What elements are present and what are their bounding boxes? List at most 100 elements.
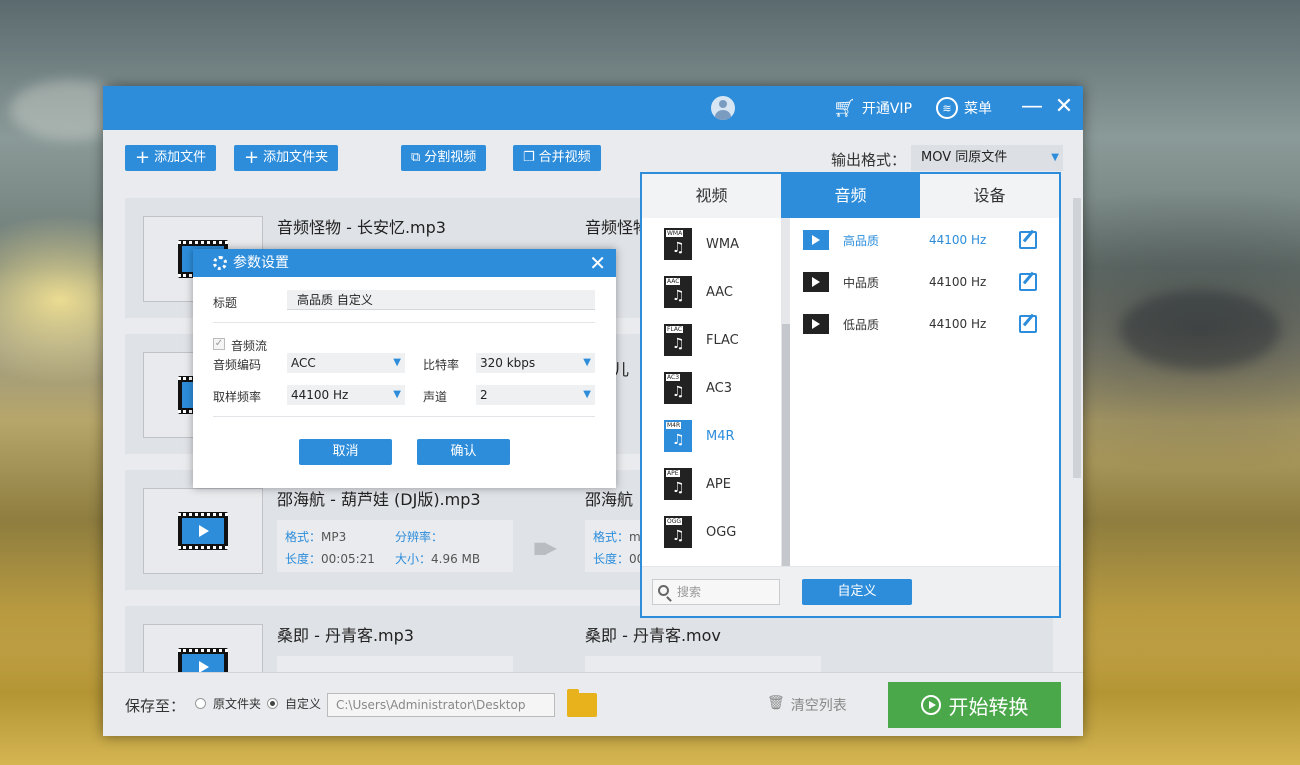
menu-button[interactable]: ≋ 菜单 — [936, 86, 992, 130]
edit-icon[interactable] — [1019, 231, 1037, 249]
custom-folder-radio[interactable] — [267, 698, 278, 709]
quality-item-high[interactable]: 高品质 44100 Hz — [803, 225, 1047, 255]
quality-label: 高品质 — [843, 233, 880, 248]
film-icon — [803, 230, 829, 250]
tab-device[interactable]: 设备 — [920, 174, 1059, 218]
custom-format-button[interactable]: 自定义 — [802, 579, 912, 605]
film-icon — [803, 314, 829, 334]
close-button[interactable]: ✕ — [1053, 95, 1075, 119]
format-item-ac3[interactable]: AC3 ♫ AC3 — [664, 370, 774, 406]
merge-video-button[interactable]: ❐ 合并视频 — [513, 145, 601, 171]
user-area[interactable] — [711, 86, 741, 130]
bitrate-select[interactable]: 320 kbps ▼ — [476, 353, 595, 373]
format-value: MP3 — [321, 530, 347, 544]
codec-label: 音频编码 — [213, 358, 262, 372]
output-format-label: 输出格式： — [831, 151, 907, 169]
file-name: 音频怪物 - 长安忆.mp3 — [277, 218, 446, 237]
save-to-label: 保存至： — [125, 697, 186, 715]
audio-stream-label: 音频流 — [231, 339, 268, 353]
output-file-name: 邵海航 — [585, 490, 634, 509]
output-format-select[interactable]: MOV 同原文件 ▼ — [911, 145, 1063, 171]
clear-list-button[interactable]: 🗑︎ 清空列表 — [767, 695, 847, 715]
film-icon — [803, 272, 829, 292]
source-meta — [277, 656, 513, 672]
source-folder-radio[interactable] — [195, 698, 206, 709]
bitrate-value: 320 kbps — [480, 356, 536, 370]
format-label: AC3 — [706, 380, 733, 396]
audio-stream-checkbox[interactable]: ✓ — [213, 338, 225, 350]
add-folder-label: 添加文件夹 — [263, 150, 329, 165]
film-icon — [178, 512, 228, 550]
format-key: 格式： — [285, 530, 322, 544]
quality-hz: 44100 Hz — [929, 317, 987, 331]
format-panel-footer: 搜索 自定义 — [642, 566, 1059, 616]
minimize-button[interactable]: — — [1021, 95, 1043, 119]
format-list-scrollbar[interactable] — [782, 218, 790, 568]
confirm-button[interactable]: 确认 — [417, 439, 510, 465]
quality-item-medium[interactable]: 中品质 44100 Hz — [803, 267, 1047, 297]
output-format-value: MOV 同原文件 — [921, 150, 1008, 165]
title-input[interactable]: 高品质 自定义 — [287, 290, 595, 310]
tab-video[interactable]: 视频 — [642, 174, 781, 218]
quality-hz: 44100 Hz — [929, 233, 987, 247]
format-item-aac[interactable]: AAC ♫ AAC — [664, 274, 774, 310]
duration-key: 长度： — [593, 552, 630, 566]
crop-icon: ⧉ — [411, 150, 421, 165]
vip-label: 开通VIP — [861, 101, 913, 117]
edit-icon[interactable] — [1019, 273, 1037, 291]
format-label: APE — [706, 476, 731, 492]
format-item-m4r[interactable]: M4R ♫ M4R — [664, 418, 774, 454]
format-list: WMA ♫ WMA AAC ♫ AAC FLAC ♫ FLAC AC3 ♫ AC3 M4R ♫ M4… — [642, 218, 782, 568]
plus-icon: + — [244, 147, 260, 168]
dialog-title: 参数设置 — [233, 255, 289, 271]
tab-audio[interactable]: 音频 — [781, 174, 920, 218]
close-icon[interactable]: ✕ — [589, 249, 606, 277]
quality-item-low[interactable]: 低品质 44100 Hz — [803, 309, 1047, 339]
samplerate-select[interactable]: 44100 Hz ▼ — [287, 385, 405, 405]
channel-select[interactable]: 2 ▼ — [476, 385, 595, 405]
format-item-ogg[interactable]: OGG ♫ OGG — [664, 514, 774, 550]
divider — [213, 416, 595, 417]
format-search-input[interactable]: 搜索 — [652, 579, 780, 605]
format-item-flac[interactable]: FLAC ♫ FLAC — [664, 322, 774, 358]
format-item-ape[interactable]: APE ♫ APE — [664, 466, 774, 502]
chevron-down-icon: ▼ — [583, 389, 591, 400]
format-label: AAC — [706, 284, 733, 300]
vip-button[interactable]: 🛒︎ 开通VIP — [833, 86, 912, 130]
parameter-dialog: 参数设置 ✕ 标题 高品质 自定义 ✓ 音频流 音频编码 ACC ▼ 比特率 3… — [193, 249, 616, 488]
music-file-icon: M4R ♫ — [664, 420, 692, 452]
output-meta — [585, 656, 821, 672]
cart-icon: 🛒︎ — [833, 97, 856, 119]
format-label: M4R — [706, 428, 735, 444]
format-tabs: 视频 音频 设备 — [642, 174, 1059, 218]
search-placeholder: 搜索 — [677, 585, 702, 599]
size-key: 大小： — [395, 552, 432, 566]
quality-list: 高品质 44100 Hz 中品质 44100 Hz 低品质 44100 Hz — [791, 218, 1059, 568]
gear-icon — [213, 256, 227, 270]
layers-icon: ≋ — [936, 97, 958, 119]
cancel-button[interactable]: 取消 — [299, 439, 392, 465]
add-folder-button[interactable]: + 添加文件夹 — [234, 145, 339, 171]
format-value: m — [629, 530, 641, 544]
split-video-button[interactable]: ⧉ 分割视频 — [401, 145, 487, 171]
file-name: 邵海航 - 葫芦娃 (DJ版).mp3 — [277, 490, 481, 509]
folder-icon[interactable] — [567, 689, 597, 717]
codec-select[interactable]: ACC ▼ — [287, 353, 405, 373]
music-file-icon: WMA ♫ — [664, 228, 692, 260]
source-folder-label: 原文件夹 — [213, 697, 262, 711]
channel-value: 2 — [480, 388, 488, 402]
start-convert-button[interactable]: 开始转换 — [888, 682, 1061, 728]
music-file-icon: AAC ♫ — [664, 276, 692, 308]
edit-icon[interactable] — [1019, 315, 1037, 333]
format-panel: 视频 音频 设备 WMA ♫ WMA AAC ♫ AAC FLAC ♫ FLAC AC3 ♫ A… — [640, 172, 1061, 618]
chevron-down-icon: ▼ — [583, 357, 591, 368]
merge-icon: ❐ — [523, 150, 535, 165]
list-scrollbar[interactable] — [1073, 198, 1081, 478]
avatar[interactable] — [711, 96, 735, 120]
bottom-bar: 保存至： 原文件夹 自定义 C:\Users\Administrator\Des… — [103, 672, 1083, 736]
split-video-label: 分割视频 — [424, 150, 477, 165]
save-path-input[interactable]: C:\Users\Administrator\Desktop — [327, 693, 555, 717]
add-file-button[interactable]: + 添加文件 — [125, 145, 217, 171]
format-item-wma[interactable]: WMA ♫ WMA — [664, 226, 774, 262]
size-value: 4.96 MB — [431, 552, 481, 566]
